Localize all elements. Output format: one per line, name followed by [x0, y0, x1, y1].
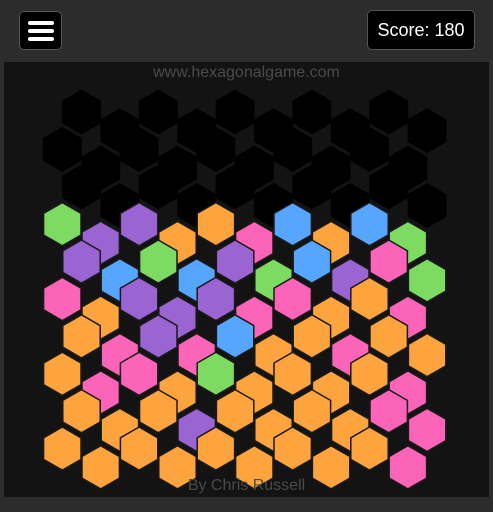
hex-grid[interactable]	[0, 0, 493, 512]
hex-cell[interactable]	[215, 89, 255, 135]
hex-cell[interactable]	[62, 89, 101, 135]
hex-cell[interactable]	[42, 201, 82, 247]
hex-cell[interactable]	[138, 89, 178, 135]
hex-cell[interactable]	[407, 332, 447, 378]
hex-cell[interactable]	[407, 407, 447, 453]
hex-cell[interactable]	[42, 351, 82, 397]
hex-cell[interactable]	[407, 183, 447, 228]
hex-cell[interactable]	[407, 257, 447, 303]
hex-cell[interactable]	[407, 108, 447, 154]
credit: By Chris Russell	[187, 477, 306, 494]
hex-cell[interactable]	[292, 89, 332, 135]
hex-cell[interactable]	[42, 426, 82, 472]
hex-cell[interactable]	[42, 126, 82, 172]
hex-cell[interactable]	[42, 276, 82, 322]
hex-cell[interactable]	[369, 89, 409, 135]
bottom-bar	[0, 497, 493, 512]
